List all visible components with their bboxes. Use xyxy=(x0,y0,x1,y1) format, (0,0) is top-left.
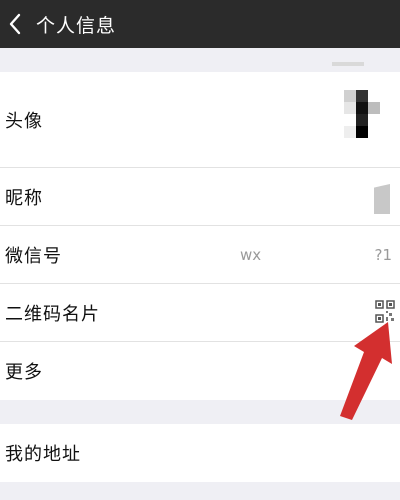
page-title: 个人信息 xyxy=(36,14,117,37)
qr-code-label: 二维码名片 xyxy=(5,303,100,325)
avatar-row[interactable]: 头像 xyxy=(0,72,400,168)
more-label: 更多 xyxy=(5,362,43,383)
profile-group: 头像 昵称 微信号 wx ?1 二维码名片 更多 xyxy=(0,72,400,400)
avatar-label: 头像 xyxy=(5,110,43,132)
back-arrow-icon xyxy=(9,13,21,35)
nickname-label: 昵称 xyxy=(5,187,43,209)
address-row[interactable]: 我的地址 xyxy=(0,424,400,482)
avatar[interactable] xyxy=(344,90,380,138)
nickname-row[interactable]: 昵称 xyxy=(0,168,400,226)
qr-code-row[interactable]: 二维码名片 xyxy=(0,284,400,342)
wechat-id-row[interactable]: 微信号 wx ?1 xyxy=(0,226,400,284)
wechat-id-prefix: wx xyxy=(240,245,262,264)
partial-block xyxy=(332,62,364,66)
wechat-id-label: 微信号 xyxy=(5,245,62,267)
qr-code-icon[interactable] xyxy=(375,300,395,324)
wechat-id-suffix: ?1 xyxy=(374,245,392,264)
address-label: 我的地址 xyxy=(5,444,81,465)
top-bar: 个人信息 xyxy=(0,0,400,48)
address-group: 我的地址 xyxy=(0,424,400,482)
more-row[interactable]: 更多 xyxy=(0,342,400,400)
nickname-value-image xyxy=(374,184,390,214)
back-button[interactable] xyxy=(0,0,30,48)
